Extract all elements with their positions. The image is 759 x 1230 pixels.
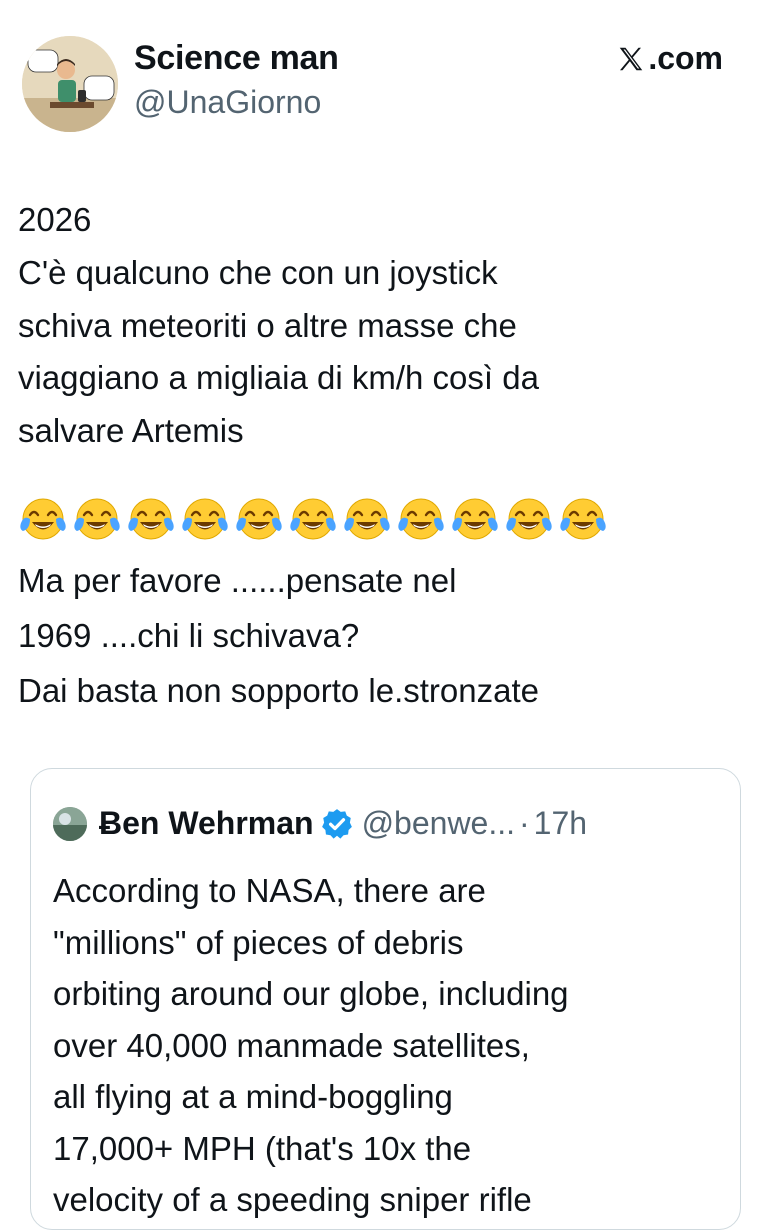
face-with-tears-of-joy-icon	[74, 498, 120, 540]
quoted-tweet-text: According to NASA, there are "millions" …	[53, 872, 569, 1218]
quoted-tweet-card[interactable]: Ƀen Wehrman @benwe... · 17h According to…	[30, 768, 741, 1230]
face-with-tears-of-joy-icon	[398, 498, 444, 540]
face-with-tears-of-joy-icon	[344, 498, 390, 540]
face-with-tears-of-joy-icon	[128, 498, 174, 540]
quoted-tweet-header: Ƀen Wehrman @benwe... · 17h	[53, 805, 587, 842]
quoted-author-avatar[interactable]	[53, 806, 87, 841]
quoted-author-display-name[interactable]: Ƀen Wehrman	[99, 805, 314, 842]
face-with-tears-of-joy-icon	[236, 498, 282, 540]
author-avatar[interactable]	[22, 36, 118, 132]
face-with-tears-of-joy-icon	[506, 498, 552, 540]
face-with-tears-of-joy-icon	[182, 498, 228, 540]
meta-separator: ·	[519, 805, 530, 841]
face-with-tears-of-joy-icon	[20, 498, 66, 540]
emoji-row	[18, 493, 608, 543]
tweet-header: Science man @UnaGiorno .com	[22, 36, 737, 136]
author-display-name[interactable]: Science man	[134, 38, 339, 78]
brand-label: .com	[648, 40, 723, 76]
face-with-tears-of-joy-icon	[452, 498, 498, 540]
face-with-tears-of-joy-icon	[560, 498, 606, 540]
author-info: Science man @UnaGiorno	[134, 38, 339, 124]
tweet-text-main: 2026 C'è qualcuno che con un joystick sc…	[18, 201, 539, 450]
x-logo-icon	[620, 47, 643, 70]
quoted-author-handle[interactable]: @benwe...	[362, 805, 515, 842]
brand-watermark: .com	[616, 40, 723, 77]
author-handle[interactable]: @UnaGiorno	[134, 80, 339, 124]
tweet-text-continued: Ma per favore ......pensate nel 1969 ...…	[18, 562, 539, 709]
verified-badge-icon	[321, 808, 352, 839]
quoted-tweet-timestamp[interactable]: 17h	[534, 805, 587, 842]
face-with-tears-of-joy-icon	[290, 498, 336, 540]
